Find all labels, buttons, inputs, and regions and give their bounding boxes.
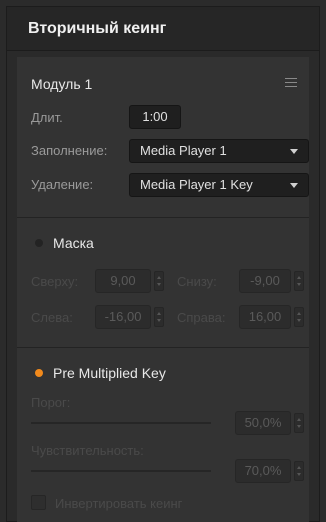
fill-source-label: Заполнение: bbox=[31, 143, 108, 158]
mask-top-label: Сверху: bbox=[31, 274, 79, 289]
clip-input[interactable]: 50,0% bbox=[235, 411, 291, 435]
mask-bottom-input[interactable]: -9,00 bbox=[239, 269, 291, 293]
mask-right-stepper[interactable] bbox=[294, 307, 304, 327]
mask-toggle[interactable] bbox=[35, 239, 43, 247]
invert-key-checkbox[interactable] bbox=[31, 495, 46, 510]
clip-stepper[interactable] bbox=[294, 413, 304, 433]
mask-right-input[interactable]: 16,00 bbox=[239, 305, 291, 329]
mask-bottom-stepper[interactable] bbox=[294, 271, 304, 291]
gain-input[interactable]: 70,0% bbox=[235, 459, 291, 483]
premultiplied-toggle[interactable] bbox=[35, 369, 43, 377]
key-source-label: Удаление: bbox=[31, 177, 94, 192]
premultiplied-title: Pre Multiplied Key bbox=[53, 365, 166, 381]
gain-label: Чувствительность: bbox=[31, 443, 144, 458]
mask-title: Маска bbox=[53, 235, 94, 251]
module-title: Модуль 1 bbox=[31, 76, 93, 92]
fill-source-value: Media Player 1 bbox=[140, 143, 227, 158]
invert-key-label: Инвертировать кеинг bbox=[55, 496, 183, 511]
mask-top-stepper[interactable] bbox=[154, 271, 164, 291]
mask-right-label: Справа: bbox=[177, 310, 226, 325]
mask-bottom-label: Снизу: bbox=[177, 274, 217, 289]
panel-header[interactable]: Вторичный кеинг bbox=[7, 7, 319, 51]
chevron-down-icon bbox=[290, 149, 298, 154]
mask-left-stepper[interactable] bbox=[154, 307, 164, 327]
mask-left-label: Слева: bbox=[31, 310, 73, 325]
upstream-key-panel: Вторичный кеинг Модуль 1 Длит. 1:00 Запо… bbox=[6, 6, 320, 522]
module-section: Модуль 1 Длит. 1:00 Заполнение: Media Pl… bbox=[17, 57, 309, 217]
gain-stepper[interactable] bbox=[294, 461, 304, 481]
duration-label: Длит. bbox=[31, 110, 63, 125]
mask-top-input[interactable]: 9,00 bbox=[95, 269, 151, 293]
mask-left-input[interactable]: -16,00 bbox=[95, 305, 151, 329]
key-source-value: Media Player 1 Key bbox=[140, 177, 253, 192]
fill-source-select[interactable]: Media Player 1 bbox=[129, 139, 309, 163]
gain-slider[interactable] bbox=[31, 470, 211, 472]
key-source-select[interactable]: Media Player 1 Key bbox=[129, 173, 309, 197]
duration-field[interactable]: 1:00 bbox=[129, 105, 181, 129]
premultiplied-key-section: Pre Multiplied Key Порог: 50,0% Чувствит… bbox=[17, 347, 309, 522]
clip-slider[interactable] bbox=[31, 422, 211, 424]
clip-label: Порог: bbox=[31, 395, 71, 410]
mask-section: Маска Сверху: 9,00 Снизу: -9,00 Слева: -… bbox=[17, 217, 309, 347]
chevron-down-icon bbox=[290, 183, 298, 188]
panel-title: Вторичный кеинг bbox=[28, 19, 167, 37]
menu-icon[interactable] bbox=[285, 78, 297, 87]
